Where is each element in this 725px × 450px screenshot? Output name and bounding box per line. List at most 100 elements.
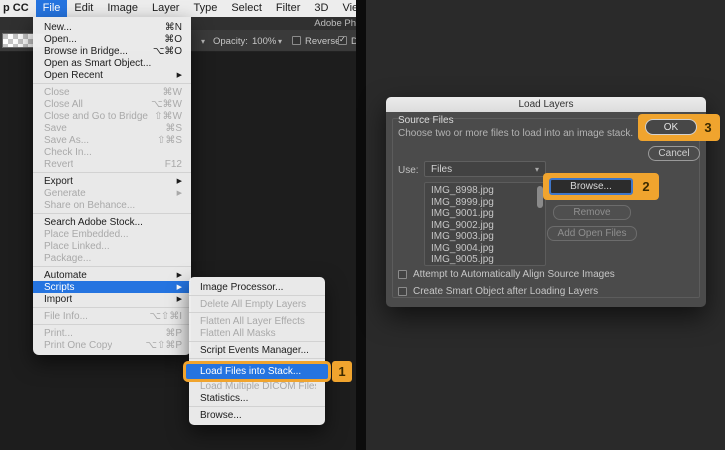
opacity-value[interactable]: 100% bbox=[252, 36, 276, 47]
menu-item-generate: Generate ▶ bbox=[44, 187, 182, 199]
file-list-item[interactable]: IMG_9006.jpg bbox=[431, 266, 545, 267]
menubar-item-layer[interactable]: Layer bbox=[145, 0, 187, 17]
submenu-item-statistics[interactable]: Statistics... bbox=[189, 392, 325, 404]
dither-checkbox[interactable] bbox=[338, 35, 347, 45]
smart-object-label: Create Smart Object after Loading Layers bbox=[413, 286, 599, 297]
menubar-item-edit[interactable]: Edit bbox=[67, 0, 100, 17]
load-layers-dialog: Load Layers Source Files Choose two or m… bbox=[386, 97, 720, 307]
menubar-item-type[interactable]: Type bbox=[186, 0, 224, 17]
menu-separator bbox=[189, 406, 325, 407]
menu-item-close-and-go-to-bridge: Close and Go to Bridge... ⇧⌘W bbox=[44, 110, 182, 122]
add-open-files-button: Add Open Files bbox=[547, 226, 637, 241]
file-list-item[interactable]: IMG_9004.jpg bbox=[431, 243, 545, 255]
opacity-label: Opacity: bbox=[213, 36, 248, 47]
file-list-item[interactable]: IMG_9002.jpg bbox=[431, 220, 545, 232]
photoshop-window: p CC File Edit Image Layer Type Select F… bbox=[0, 0, 356, 450]
menu-item-place-linked: Place Linked... bbox=[44, 240, 110, 252]
submenu-item-script-events-manager[interactable]: Script Events Manager... bbox=[189, 344, 325, 356]
pane-divider bbox=[356, 0, 366, 450]
menu-item-import[interactable]: Import ▶ bbox=[33, 293, 191, 305]
submenu-arrow-icon: ▶ bbox=[176, 72, 182, 79]
app-menu-label[interactable]: p CC bbox=[0, 0, 36, 17]
file-list-item[interactable]: IMG_8998.jpg bbox=[431, 185, 545, 197]
submenu-arrow-icon: ▶ bbox=[176, 190, 182, 197]
menu-separator bbox=[33, 266, 191, 267]
submenu-arrow-icon: ▶ bbox=[176, 178, 182, 185]
menu-item-place-embedded: Place Embedded... bbox=[44, 228, 129, 240]
browse-button[interactable]: Browse... bbox=[549, 178, 633, 195]
menu-item-scripts[interactable]: Scripts ▶ bbox=[33, 281, 191, 293]
menu-separator bbox=[33, 83, 191, 84]
menu-separator bbox=[33, 324, 191, 325]
menu-separator bbox=[33, 307, 191, 308]
mode-chevron-icon[interactable]: ▾ bbox=[201, 37, 205, 46]
menu-item-open-as-smart-object[interactable]: Open as Smart Object... bbox=[33, 57, 191, 69]
align-source-images-label: Attempt to Automatically Align Source Im… bbox=[413, 269, 615, 280]
menu-item-revert: Revert F12 bbox=[44, 158, 182, 170]
submenu-item-load-files-into-stack[interactable]: Load Files into Stack... bbox=[186, 364, 328, 379]
file-menu: New... ⌘N Open... ⌘O Browse in Bridge... ⌥⌘… bbox=[33, 17, 191, 355]
menu-item-search-adobe-stock[interactable]: Search Adobe Stock... bbox=[33, 216, 191, 228]
file-list[interactable]: IMG_8998.jpg IMG_8999.jpg IMG_9001.jpg I… bbox=[424, 182, 546, 266]
ok-button[interactable]: OK bbox=[645, 119, 697, 135]
remove-button: Remove bbox=[553, 205, 631, 220]
menu-item-new[interactable]: New... ⌘N bbox=[33, 21, 191, 33]
submenu-item-flatten-all-layer-effects: Flatten All Layer Effects bbox=[200, 315, 305, 327]
step-3-highlight-box: OK 3 bbox=[638, 114, 720, 141]
menubar-item-image[interactable]: Image bbox=[100, 0, 145, 17]
step-2-highlight-box: Browse... 2 bbox=[543, 173, 659, 200]
scripts-submenu: Image Processor... Delete All Empty Laye… bbox=[183, 277, 352, 425]
submenu-arrow-icon: ▶ bbox=[176, 296, 182, 303]
reverse-checkbox[interactable] bbox=[292, 36, 301, 45]
menu-item-package: Package... bbox=[44, 252, 92, 264]
menu-item-browse-in-bridge[interactable]: Browse in Bridge... ⌥⌘O bbox=[33, 45, 191, 57]
source-files-description: Choose two or more files to load into an… bbox=[398, 128, 634, 139]
use-select[interactable]: Files ▾ bbox=[424, 161, 546, 177]
file-list-item[interactable]: IMG_9003.jpg bbox=[431, 231, 545, 243]
menubar-item-view[interactable]: View bbox=[335, 0, 356, 17]
menubar-item-filter[interactable]: Filter bbox=[269, 0, 307, 17]
submenu-arrow-icon: ▶ bbox=[176, 272, 182, 279]
app-title-text: Adobe Ph bbox=[314, 18, 356, 29]
submenu-arrow-icon: ▶ bbox=[176, 284, 182, 291]
menu-item-open[interactable]: Open... ⌘O bbox=[33, 33, 191, 45]
menu-item-export[interactable]: Export ▶ bbox=[33, 175, 191, 187]
align-source-images-checkbox[interactable] bbox=[398, 270, 407, 279]
menu-item-print: Print... ⌘P bbox=[44, 327, 182, 339]
menubar: p CC File Edit Image Layer Type Select F… bbox=[0, 0, 356, 17]
menu-item-close-all: Close All ⌥⌘W bbox=[44, 98, 182, 110]
submenu-item-image-processor[interactable]: Image Processor... bbox=[189, 281, 325, 293]
menu-item-close: Close ⌘W bbox=[44, 86, 182, 98]
menu-item-share-on-behance: Share on Behance... bbox=[44, 199, 136, 211]
menu-separator bbox=[189, 312, 325, 313]
menubar-item-file[interactable]: File bbox=[35, 0, 68, 17]
cancel-button[interactable]: Cancel bbox=[648, 146, 700, 161]
use-label: Use: bbox=[398, 165, 419, 176]
menu-item-automate[interactable]: Automate ▶ bbox=[33, 269, 191, 281]
source-files-label: Source Files bbox=[398, 115, 454, 126]
menu-item-check-in: Check In... bbox=[44, 146, 92, 158]
opacity-chevron-icon[interactable]: ▾ bbox=[278, 37, 282, 46]
step-1-highlight-box: Load Files into Stack... 1 bbox=[183, 361, 352, 382]
smart-object-checkbox[interactable] bbox=[398, 287, 407, 296]
menubar-item-select[interactable]: Select bbox=[224, 0, 269, 17]
menu-item-save-as: Save As... ⇧⌘S bbox=[44, 134, 182, 146]
menu-separator bbox=[33, 213, 191, 214]
menubar-item-3d[interactable]: 3D bbox=[307, 0, 335, 17]
submenu-item-flatten-all-masks: Flatten All Masks bbox=[200, 327, 276, 339]
dialog-title: Load Layers bbox=[386, 97, 706, 112]
file-list-item[interactable]: IMG_9001.jpg bbox=[431, 208, 545, 220]
menu-separator bbox=[189, 295, 325, 296]
step-badge-2: 2 bbox=[638, 177, 654, 196]
smart-object-row: Create Smart Object after Loading Layers bbox=[398, 286, 598, 297]
chevron-down-icon: ▾ bbox=[534, 164, 539, 174]
file-list-item[interactable]: IMG_8999.jpg bbox=[431, 197, 545, 209]
menu-item-open-recent[interactable]: Open Recent ▶ bbox=[33, 69, 191, 81]
use-select-value: Files bbox=[431, 163, 453, 175]
step-badge-1: 1 bbox=[332, 361, 352, 382]
reverse-label: Reverse bbox=[305, 36, 341, 47]
file-list-item[interactable]: IMG_9005.jpg bbox=[431, 254, 545, 265]
align-source-images-row: Attempt to Automatically Align Source Im… bbox=[398, 269, 615, 280]
submenu-item-browse[interactable]: Browse... bbox=[189, 409, 325, 421]
step-badge-3: 3 bbox=[700, 118, 716, 137]
